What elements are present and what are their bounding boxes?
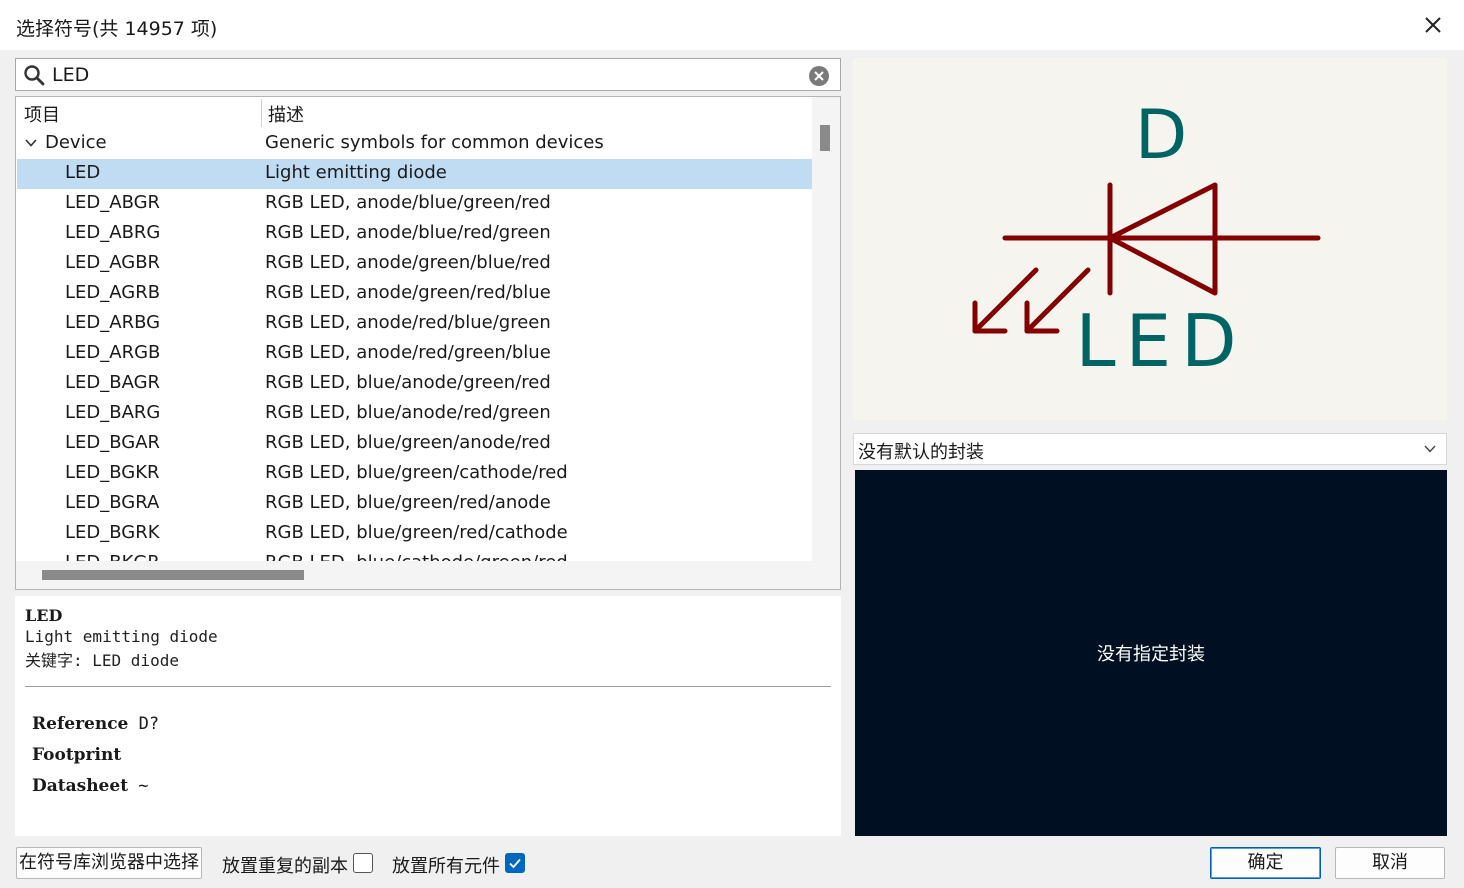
- item-name: LED_ARBG: [65, 312, 161, 333]
- item-description: Light emitting diode: [265, 162, 447, 183]
- divider: [25, 686, 831, 687]
- table-row[interactable]: LED_AGBR RGB LED, anode/green/blue/red: [17, 249, 812, 279]
- place-duplicate-label: 放置重复的副本: [222, 856, 348, 877]
- table-row[interactable]: LED_BGKR RGB LED, blue/green/cathode/red: [17, 459, 812, 489]
- field-footprint: Footprint: [32, 745, 121, 765]
- symbol-tree: 项目 描述 Device Generic symbols for common …: [15, 96, 841, 590]
- horizontal-scrollbar-thumb[interactable]: [42, 570, 304, 580]
- place-all-checkbox[interactable]: [505, 853, 525, 873]
- item-description: RGB LED, anode/red/green/blue: [265, 342, 551, 363]
- group-name: Device: [45, 132, 107, 153]
- symbol-preview[interactable]: D LED: [853, 58, 1447, 420]
- field-value: ~: [138, 776, 149, 796]
- table-row[interactable]: LED_ARGB RGB LED, anode/red/green/blue: [17, 339, 812, 369]
- field-label: Datasheet: [32, 776, 129, 796]
- item-name: LED_ARGB: [65, 342, 161, 363]
- item-name: LED_BGKR: [65, 462, 160, 483]
- item-description: RGB LED, anode/blue/green/red: [265, 192, 551, 213]
- item-description: RGB LED, anode/green/blue/red: [265, 252, 551, 273]
- tree-rows: Device Generic symbols for common device…: [16, 129, 812, 562]
- item-description: RGB LED, blue/green/anode/red: [265, 432, 551, 453]
- place-duplicate-checkbox[interactable]: [353, 853, 373, 873]
- field-reference: Reference D?: [32, 714, 159, 734]
- item-name: LED_BARG: [65, 402, 161, 423]
- detail-description: Light emitting diode: [25, 627, 218, 646]
- detail-name: LED: [25, 606, 63, 625]
- chevron-down-icon: [1424, 445, 1436, 453]
- window-title: 选择符号(共 14957 项): [16, 18, 218, 40]
- search-box: [15, 58, 841, 91]
- item-description: RGB LED, anode/red/blue/green: [265, 312, 551, 333]
- cancel-button[interactable]: 取消: [1335, 847, 1445, 879]
- checkmark-icon: [509, 858, 521, 869]
- item-description: RGB LED, blue/green/red/cathode: [265, 522, 568, 543]
- column-header-description[interactable]: 描述: [268, 101, 304, 127]
- item-name: LED_BGRK: [65, 522, 160, 543]
- table-row[interactable]: LED_BARG RGB LED, blue/anode/red/green: [17, 399, 812, 429]
- table-row[interactable]: LED Light emitting diode: [17, 159, 812, 189]
- item-description: RGB LED, blue/green/cathode/red: [265, 462, 568, 483]
- search-icon: [24, 65, 45, 86]
- item-description: RGB LED, anode/green/red/blue: [265, 282, 551, 303]
- detail-keywords: 关键字: LED diode: [25, 651, 179, 670]
- footprint-select[interactable]: 没有默认的封装: [853, 433, 1447, 465]
- field-label: Footprint: [32, 745, 122, 765]
- field-datasheet: Datasheet ~: [32, 776, 149, 796]
- tree-group-device[interactable]: Device Generic symbols for common device…: [17, 129, 812, 159]
- vertical-scrollbar-thumb[interactable]: [820, 125, 830, 151]
- ok-button[interactable]: 确定: [1210, 847, 1321, 879]
- close-icon[interactable]: [1420, 12, 1446, 38]
- item-name: LED_AGRB: [65, 282, 161, 303]
- vertical-scrollbar[interactable]: [812, 97, 840, 562]
- item-name: LED_BAGR: [65, 372, 161, 393]
- table-row[interactable]: LED_ABGR RGB LED, anode/blue/green/red: [17, 189, 812, 219]
- item-name: LED_BGRA: [65, 492, 160, 513]
- field-label: Reference: [32, 714, 129, 734]
- title-bar: 选择符号(共 14957 项): [0, 0, 1464, 50]
- table-row[interactable]: LED_AGRB RGB LED, anode/green/red/blue: [17, 279, 812, 309]
- chevron-down-icon[interactable]: [25, 137, 37, 149]
- column-header-item[interactable]: 项目: [24, 101, 60, 127]
- table-row[interactable]: LED_BGRA RGB LED, blue/green/red/anode: [17, 489, 812, 519]
- led-symbol-drawing: D LED: [972, 96, 1321, 383]
- item-name: LED_ABGR: [65, 192, 161, 213]
- footprint-select-value: 没有默认的封装: [858, 442, 984, 463]
- table-row[interactable]: LED_BGRK RGB LED, blue/green/red/cathode: [17, 519, 812, 549]
- item-name: LED: [65, 162, 101, 183]
- field-value: D?: [138, 714, 160, 734]
- horizontal-scrollbar[interactable]: [16, 561, 840, 589]
- table-row[interactable]: LED_BAGR RGB LED, blue/anode/green/red: [17, 369, 812, 399]
- browse-library-button[interactable]: 在符号库浏览器中选择: [16, 847, 202, 879]
- table-row[interactable]: LED_ARBG RGB LED, anode/red/blue/green: [17, 309, 812, 339]
- item-name: LED_ABRG: [65, 222, 161, 243]
- item-name: LED_AGBR: [65, 252, 161, 273]
- table-row[interactable]: LED_BGAR RGB LED, blue/green/anode/red: [17, 429, 812, 459]
- symbol-details: LED Light emitting diode 关键字: LED diode …: [15, 596, 841, 836]
- item-description: RGB LED, blue/anode/green/red: [265, 372, 551, 393]
- item-description: RGB LED, blue/green/red/anode: [265, 492, 551, 513]
- no-footprint-message: 没有指定封装: [1097, 644, 1205, 665]
- search-input[interactable]: [52, 61, 802, 88]
- column-separator[interactable]: [261, 99, 262, 127]
- item-description: RGB LED, blue/anode/red/green: [265, 402, 551, 423]
- footprint-preview[interactable]: 没有指定封装: [855, 470, 1447, 836]
- reference-designator: D: [1135, 96, 1187, 175]
- group-description: Generic symbols for common devices: [265, 132, 604, 153]
- place-all-label: 放置所有元件: [392, 856, 500, 877]
- item-description: RGB LED, anode/blue/red/green: [265, 222, 551, 243]
- tree-header: 项目 描述: [16, 97, 812, 129]
- item-name: LED_BGAR: [65, 432, 161, 453]
- clear-search-icon[interactable]: [808, 65, 830, 87]
- table-row[interactable]: LED_ABRG RGB LED, anode/blue/red/green: [17, 219, 812, 249]
- symbol-value: LED: [1075, 299, 1246, 383]
